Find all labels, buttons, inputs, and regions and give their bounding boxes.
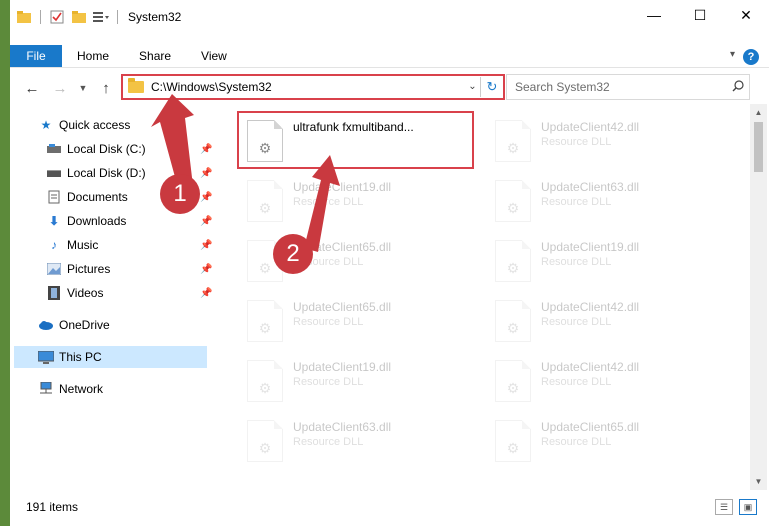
arrow-to-file — [304, 155, 340, 252]
step-1-badge: 1 — [160, 174, 200, 214]
callout-arrows — [151, 94, 340, 252]
arrow-to-address — [151, 94, 194, 188]
step-2-badge: 2 — [273, 234, 313, 274]
explorer-window: System32 — ☐ ✕ File Home Share View ▾ ? … — [10, 0, 769, 526]
